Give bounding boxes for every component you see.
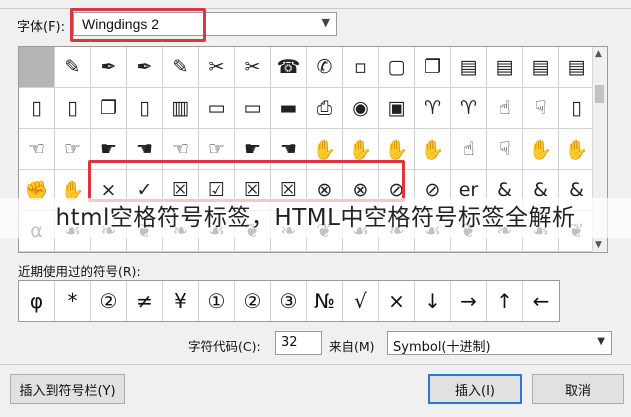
symbol-cell[interactable]: ◉ bbox=[343, 88, 379, 129]
symbol-cell[interactable]: ☟ bbox=[523, 88, 559, 129]
recent-symbol-cell[interactable]: ← bbox=[523, 281, 559, 321]
cancel-button[interactable]: 取消 bbox=[532, 374, 624, 404]
insert-button[interactable]: 插入(I) bbox=[428, 374, 522, 404]
symbol-cell[interactable] bbox=[19, 47, 55, 88]
chevron-down-icon[interactable]: ▼ bbox=[597, 336, 605, 347]
symbol-cell[interactable]: ▯ bbox=[559, 88, 595, 129]
from-label: 来自(M) bbox=[329, 339, 375, 354]
symbol-cell[interactable]: ✂ bbox=[199, 47, 235, 88]
symbol-cell[interactable]: ☝ bbox=[451, 129, 487, 170]
symbol-cell[interactable]: ☞ bbox=[55, 129, 91, 170]
symbol-cell[interactable]: ✒ bbox=[91, 47, 127, 88]
symbol-cell[interactable]: ✆ bbox=[307, 47, 343, 88]
symbol-cell[interactable]: ▢ bbox=[379, 47, 415, 88]
recent-symbol-cell[interactable]: ① bbox=[199, 281, 235, 321]
symbol-cell[interactable]: ⎙ bbox=[307, 88, 343, 129]
symbol-cell[interactable]: ▤ bbox=[523, 47, 559, 88]
font-highlight-box bbox=[70, 8, 206, 42]
symbol-cell[interactable]: ✒ bbox=[127, 47, 163, 88]
symbol-cell[interactable]: ✎ bbox=[55, 47, 91, 88]
symbol-cell[interactable]: ▯ bbox=[55, 88, 91, 129]
symbol-cell[interactable]: ♈ bbox=[415, 88, 451, 129]
font-label: 字体(F): bbox=[17, 20, 66, 35]
symbol-cell[interactable]: ▯ bbox=[19, 88, 55, 129]
recent-symbol-cell[interactable]: ③ bbox=[271, 281, 307, 321]
recent-symbol-cell[interactable]: × bbox=[379, 281, 415, 321]
symbol-cell[interactable]: ✋ bbox=[415, 129, 451, 170]
recent-symbol-cell[interactable]: ¥ bbox=[163, 281, 199, 321]
symbol-cell[interactable]: ▫ bbox=[343, 47, 379, 88]
scroll-up-icon[interactable]: ▲ bbox=[595, 49, 602, 59]
symbol-cell[interactable]: ♈ bbox=[451, 88, 487, 129]
footer-divider bbox=[0, 364, 631, 365]
symbol-cell[interactable]: ▤ bbox=[559, 47, 595, 88]
symbol-cell[interactable]: ▭ bbox=[235, 88, 271, 129]
symbol-cell[interactable]: ✎ bbox=[163, 47, 199, 88]
symbol-cell[interactable]: ☜ bbox=[19, 129, 55, 170]
symbols-highlight-box bbox=[88, 160, 405, 202]
scroll-thumb[interactable] bbox=[595, 85, 604, 103]
recent-symbol-cell[interactable]: * bbox=[55, 281, 91, 321]
recent-symbol-cell[interactable]: ② bbox=[235, 281, 271, 321]
symbol-cell[interactable]: ❐ bbox=[415, 47, 451, 88]
recent-symbol-cell[interactable]: ↑ bbox=[487, 281, 523, 321]
symbol-cell[interactable]: ▤ bbox=[451, 47, 487, 88]
symbol-cell[interactable]: ▭ bbox=[199, 88, 235, 129]
symbol-cell[interactable]: ▥ bbox=[163, 88, 199, 129]
recent-symbols-row: φ * ② ≠ ¥ ① ② ③ № √ × ↓ → ↑ ← bbox=[18, 280, 560, 322]
recent-symbols-label: 近期使用过的符号(R): bbox=[18, 264, 141, 279]
recent-symbol-cell[interactable]: √ bbox=[343, 281, 379, 321]
recent-symbol-cell[interactable]: → bbox=[451, 281, 487, 321]
from-select-value: Symbol(十进制) bbox=[393, 340, 491, 355]
symbol-cell[interactable]: ☟ bbox=[487, 129, 523, 170]
char-code-label: 字符代码(C): bbox=[188, 339, 261, 354]
symbol-cell[interactable]: ▬ bbox=[271, 88, 307, 129]
recent-symbol-cell[interactable]: ↓ bbox=[415, 281, 451, 321]
symbol-cell[interactable]: ❐ bbox=[91, 88, 127, 129]
chevron-down-icon[interactable]: ▼ bbox=[322, 16, 330, 29]
insert-to-toolbar-button[interactable]: 插入到符号栏(Y) bbox=[10, 374, 125, 404]
recent-symbol-cell[interactable]: № bbox=[307, 281, 343, 321]
symbol-cell[interactable]: ☝ bbox=[487, 88, 523, 129]
symbol-cell[interactable]: ✂ bbox=[235, 47, 271, 88]
watermark-caption: html空格符号标签，HTML中空格符号标签全解析 bbox=[0, 198, 631, 238]
scroll-down-icon[interactable]: ▼ bbox=[595, 240, 602, 250]
recent-symbol-cell[interactable]: ② bbox=[91, 281, 127, 321]
char-code-input[interactable]: 32 bbox=[275, 331, 322, 355]
symbol-cell[interactable]: ☎ bbox=[271, 47, 307, 88]
symbol-cell[interactable]: ▣ bbox=[379, 88, 415, 129]
symbol-cell[interactable]: ✋ bbox=[559, 129, 595, 170]
from-select[interactable]: Symbol(十进制) ▼ bbox=[387, 331, 612, 355]
symbol-cell[interactable]: ▯ bbox=[127, 88, 163, 129]
recent-symbol-cell[interactable]: ≠ bbox=[127, 281, 163, 321]
symbol-cell[interactable]: ✋ bbox=[523, 129, 559, 170]
recent-symbol-cell[interactable]: φ bbox=[19, 281, 55, 321]
symbol-cell[interactable]: ▤ bbox=[487, 47, 523, 88]
